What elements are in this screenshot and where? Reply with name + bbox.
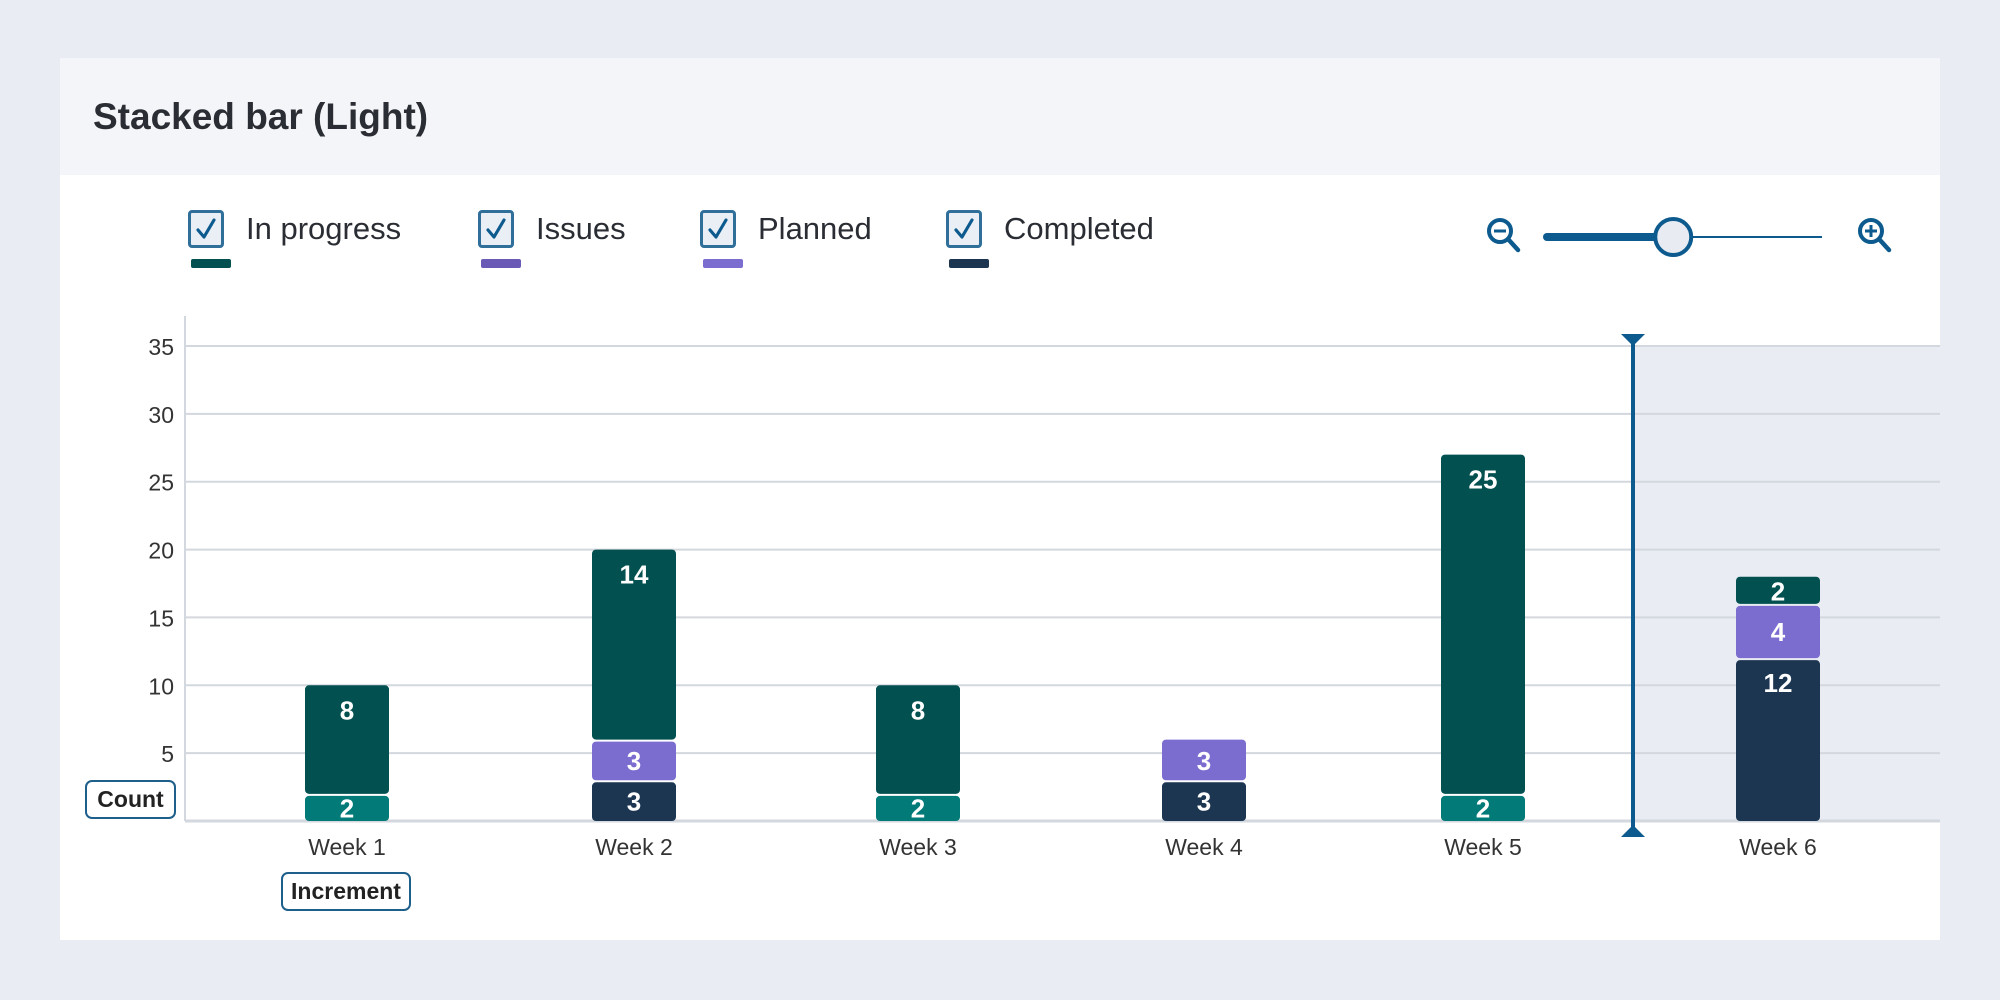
bar-stack[interactable]: 2 25 (1441, 454, 1525, 824)
data-label: 4 (1771, 617, 1786, 647)
bar-stack[interactable]: 12 4 2 (1736, 576, 1820, 821)
range-marker[interactable] (1621, 825, 1645, 837)
data-label: 8 (911, 695, 925, 725)
data-label: 3 (1197, 746, 1211, 776)
x-tick-label: Week 1 (308, 834, 386, 860)
x-tick-label: Week 4 (1165, 834, 1243, 860)
data-label: 25 (1469, 465, 1498, 495)
data-label: 3 (627, 787, 641, 817)
data-label: 14 (620, 560, 649, 590)
y-tick-label: 5 (161, 741, 174, 767)
zoom-in-icon[interactable] (1858, 218, 1892, 253)
bar-stack[interactable]: 28 (876, 685, 960, 823)
y-tick-label: 35 (148, 334, 174, 360)
data-label: 8 (340, 695, 354, 725)
y-tick-label: 15 (148, 605, 174, 631)
x-tick-label: Week 5 (1444, 834, 1522, 860)
y-tick-label: 10 (148, 673, 174, 699)
chart-plot: 510152025303528Week 13314Week 228Week 33… (148, 217, 1940, 860)
bar-stack[interactable]: 3 3 14 (592, 549, 676, 821)
data-label: 2 (340, 793, 354, 823)
x-tick-label: Week 2 (595, 834, 673, 860)
y-axis-label[interactable]: Count (85, 780, 176, 819)
x-tick-label: Week 3 (879, 834, 957, 860)
y-tick-label: 20 (148, 538, 174, 564)
y-tick-label: 25 (148, 470, 174, 496)
data-label: 3 (627, 746, 641, 776)
data-label: 3 (1197, 787, 1211, 817)
y-tick-label: 30 (148, 402, 174, 428)
data-label: 2 (911, 793, 925, 823)
bar-stack[interactable]: 28 (305, 685, 389, 823)
zoom-out-icon[interactable] (1487, 218, 1521, 253)
data-label: 12 (1764, 668, 1793, 698)
range-marker[interactable] (1621, 334, 1645, 346)
zoom-slider-thumb[interactable] (1653, 217, 1694, 257)
x-axis-label[interactable]: Increment (281, 872, 411, 911)
data-label: 2 (1771, 576, 1785, 606)
bar-segment[interactable] (1441, 454, 1525, 794)
bar-stack[interactable]: 33 (1162, 739, 1246, 821)
x-tick-label: Week 6 (1739, 834, 1817, 860)
data-label: 2 (1476, 793, 1490, 823)
